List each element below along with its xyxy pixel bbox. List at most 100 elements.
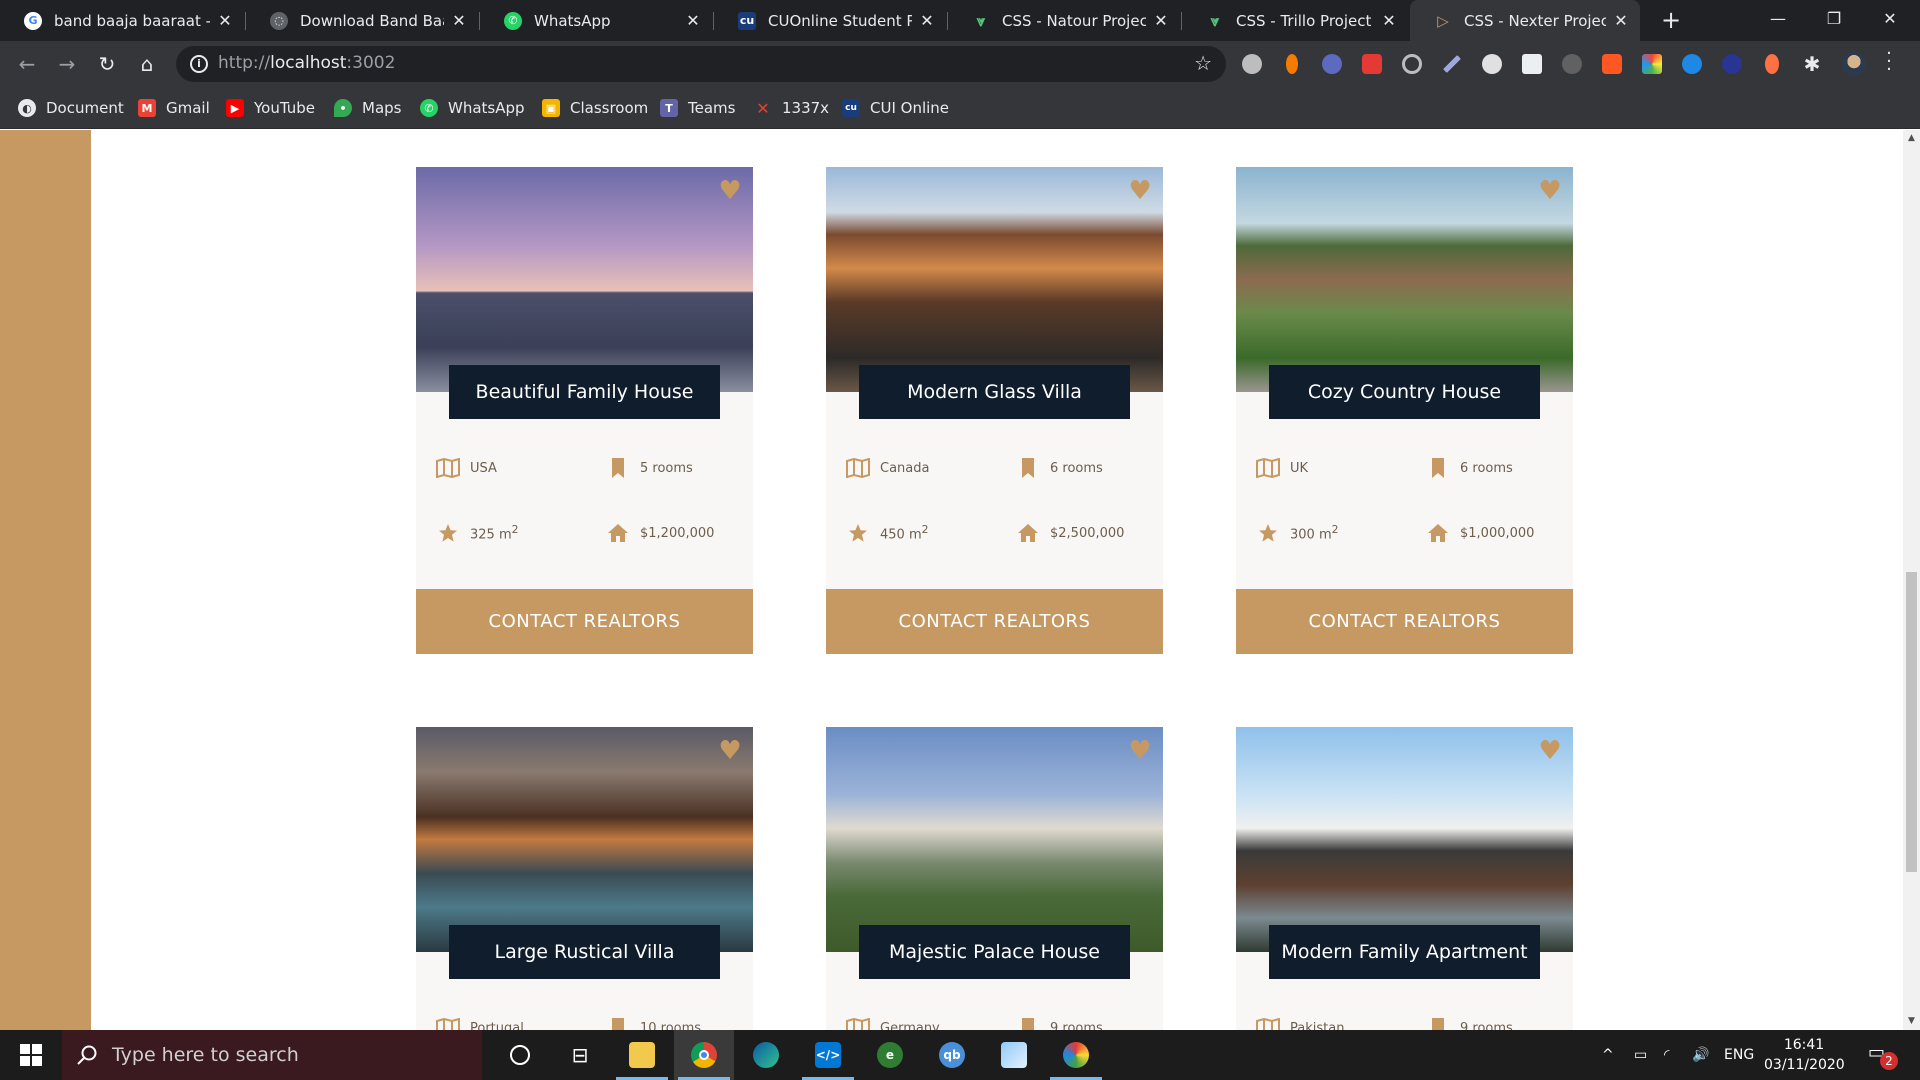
wifi-icon[interactable]: ◜ — [1664, 1030, 1669, 1080]
home-location-text: USA — [470, 460, 497, 476]
heart-icon[interactable]: ♥ — [1127, 178, 1153, 204]
extension-icon[interactable] — [1442, 54, 1462, 74]
bookmark-classroom[interactable]: ▣ Classroom — [542, 97, 648, 119]
paint-icon[interactable] — [1046, 1030, 1106, 1080]
extension-icon[interactable] — [1602, 54, 1622, 74]
home-rooms-text: 6 rooms — [1460, 460, 1513, 476]
edge-icon[interactable] — [736, 1030, 796, 1080]
extension-icon[interactable] — [1402, 54, 1422, 74]
avatar[interactable] — [1842, 52, 1866, 76]
scroll-up-icon[interactable]: ▲ — [1903, 133, 1920, 143]
contact-realtors-button[interactable]: CONTACT REALTORS — [1236, 589, 1573, 654]
heart-icon[interactable]: ♥ — [717, 178, 743, 204]
heart-icon[interactable]: ♥ — [1537, 178, 1563, 204]
app-icon[interactable]: e — [860, 1030, 920, 1080]
qbittorrent-icon[interactable]: qb — [922, 1030, 982, 1080]
extension-icon[interactable] — [1286, 54, 1298, 74]
restore-icon[interactable]: ❐ — [1806, 0, 1862, 41]
extension-icon[interactable] — [1765, 54, 1779, 74]
extension-icon[interactable] — [1242, 54, 1262, 74]
star-icon — [1256, 521, 1280, 545]
tab-2[interactable]: ◌ Download Band Baaja B ✕ — [246, 0, 478, 41]
heart-icon[interactable]: ♥ — [717, 738, 743, 764]
tab-title: CUOnline Student Port — [768, 11, 912, 30]
tab-1[interactable]: G band baaja baaraat - G ✕ — [0, 0, 244, 41]
taskbar-clock[interactable]: 16:41 03/11/2020 — [1764, 1035, 1845, 1075]
close-icon[interactable]: ✕ — [450, 11, 468, 30]
bookmark-icon — [1016, 1016, 1040, 1030]
forward-arrow-icon[interactable]: → — [52, 49, 82, 79]
chrome-icon[interactable] — [674, 1030, 734, 1080]
close-icon[interactable]: ✕ — [1612, 11, 1630, 30]
bookmark-youtube[interactable]: ▶ YouTube — [226, 97, 315, 119]
tab-3[interactable]: ✆ WhatsApp ✕ — [480, 0, 712, 41]
teams-icon: T — [660, 99, 678, 117]
extension-icon[interactable] — [1642, 54, 1662, 74]
bookmark-1337x[interactable]: ✕ 1337x — [754, 97, 829, 119]
new-tab-button[interactable]: + — [1656, 6, 1686, 36]
tab-4[interactable]: cu CUOnline Student Port ✕ — [714, 0, 946, 41]
bookmark-teams[interactable]: T Teams — [660, 97, 735, 119]
minimize-icon[interactable]: — — [1750, 0, 1806, 41]
puzzle-icon[interactable]: ✱ — [1802, 54, 1822, 74]
notes-icon[interactable] — [984, 1030, 1044, 1080]
home-photo — [826, 727, 1163, 952]
map-icon — [846, 456, 870, 480]
close-icon[interactable]: ✕ — [684, 11, 702, 30]
extension-icon[interactable] — [1322, 54, 1342, 74]
address-bar[interactable]: i http://localhost:3002 ☆ — [176, 46, 1226, 82]
task-view-icon[interactable]: ⊟ — [550, 1030, 610, 1080]
start-button[interactable] — [0, 1030, 62, 1080]
bookmark-document[interactable]: ◐ Document — [18, 97, 124, 119]
bookmark-gmail[interactable]: M Gmail — [138, 97, 210, 119]
bookmark-cui-online[interactable]: cu CUI Online — [842, 97, 949, 119]
extension-icon[interactable] — [1682, 54, 1702, 74]
bookmark-star-icon[interactable]: ☆ — [1194, 51, 1212, 75]
extension-icon[interactable] — [1522, 54, 1542, 74]
tab-6[interactable]: ⩔ CSS - Trillo Project ✕ — [1182, 0, 1408, 41]
home-icon[interactable]: ⌂ — [132, 49, 162, 79]
site-info-icon[interactable]: i — [190, 55, 208, 73]
notification-center-icon[interactable]: ▭ 2 — [1868, 1042, 1898, 1070]
contact-realtors-button[interactable]: CONTACT REALTORS — [826, 589, 1163, 654]
home-photo — [826, 167, 1163, 392]
extension-icon[interactable] — [1482, 54, 1502, 74]
vscode-icon[interactable]: </> — [798, 1030, 858, 1080]
contact-realtors-button[interactable]: CONTACT REALTORS — [416, 589, 753, 654]
home-rooms: 10 rooms — [606, 1016, 701, 1030]
tray-chevron-icon[interactable]: ^ — [1602, 1030, 1614, 1080]
extension-icon[interactable] — [1722, 54, 1742, 74]
close-icon[interactable]: ✕ — [1380, 11, 1398, 30]
heart-icon[interactable]: ♥ — [1537, 738, 1563, 764]
menu-icon[interactable]: · · · — [1884, 45, 1894, 79]
bookmark-whatsapp[interactable]: ✆ WhatsApp — [420, 97, 525, 119]
page-scrollbar[interactable]: ▲ ▼ — [1903, 130, 1920, 1030]
house-icon — [1016, 521, 1040, 545]
extension-icon[interactable] — [1362, 54, 1382, 74]
battery-icon[interactable]: ▭ — [1634, 1030, 1647, 1080]
tab-5[interactable]: ⩔ CSS - Natour Project ✕ — [948, 0, 1180, 41]
file-explorer-icon[interactable] — [612, 1030, 672, 1080]
url-text[interactable]: http://localhost:3002 — [218, 53, 395, 73]
home-name: Cozy Country House — [1269, 365, 1540, 419]
home-rooms: 6 rooms — [1426, 456, 1513, 480]
scroll-down-icon[interactable]: ▼ — [1903, 1016, 1920, 1026]
language-indicator[interactable]: ENG — [1724, 1030, 1754, 1080]
home-rooms-text: 9 rooms — [1460, 1020, 1513, 1031]
reload-icon[interactable]: ↻ — [92, 49, 122, 79]
volume-icon[interactable]: 🔊 — [1692, 1030, 1709, 1080]
scrollbar-thumb[interactable] — [1906, 572, 1917, 872]
close-icon[interactable]: ✕ — [1152, 11, 1170, 30]
close-icon[interactable]: ✕ — [216, 11, 234, 30]
bookmark-maps[interactable]: • Maps — [334, 97, 401, 119]
extension-icon[interactable] — [1562, 54, 1582, 74]
close-icon[interactable]: ✕ — [918, 11, 936, 30]
cortana-icon[interactable] — [490, 1030, 550, 1080]
tab-title: Download Band Baaja B — [300, 11, 444, 30]
close-window-icon[interactable]: ✕ — [1862, 0, 1918, 41]
heart-icon[interactable]: ♥ — [1127, 738, 1153, 764]
tab-7-active[interactable]: ▷ CSS - Nexter Project ✕ — [1410, 0, 1640, 41]
back-arrow-icon[interactable]: ← — [12, 49, 42, 79]
taskbar-search[interactable]: Type here to search — [62, 1030, 482, 1080]
home-location-text: Portugal — [470, 1020, 524, 1031]
